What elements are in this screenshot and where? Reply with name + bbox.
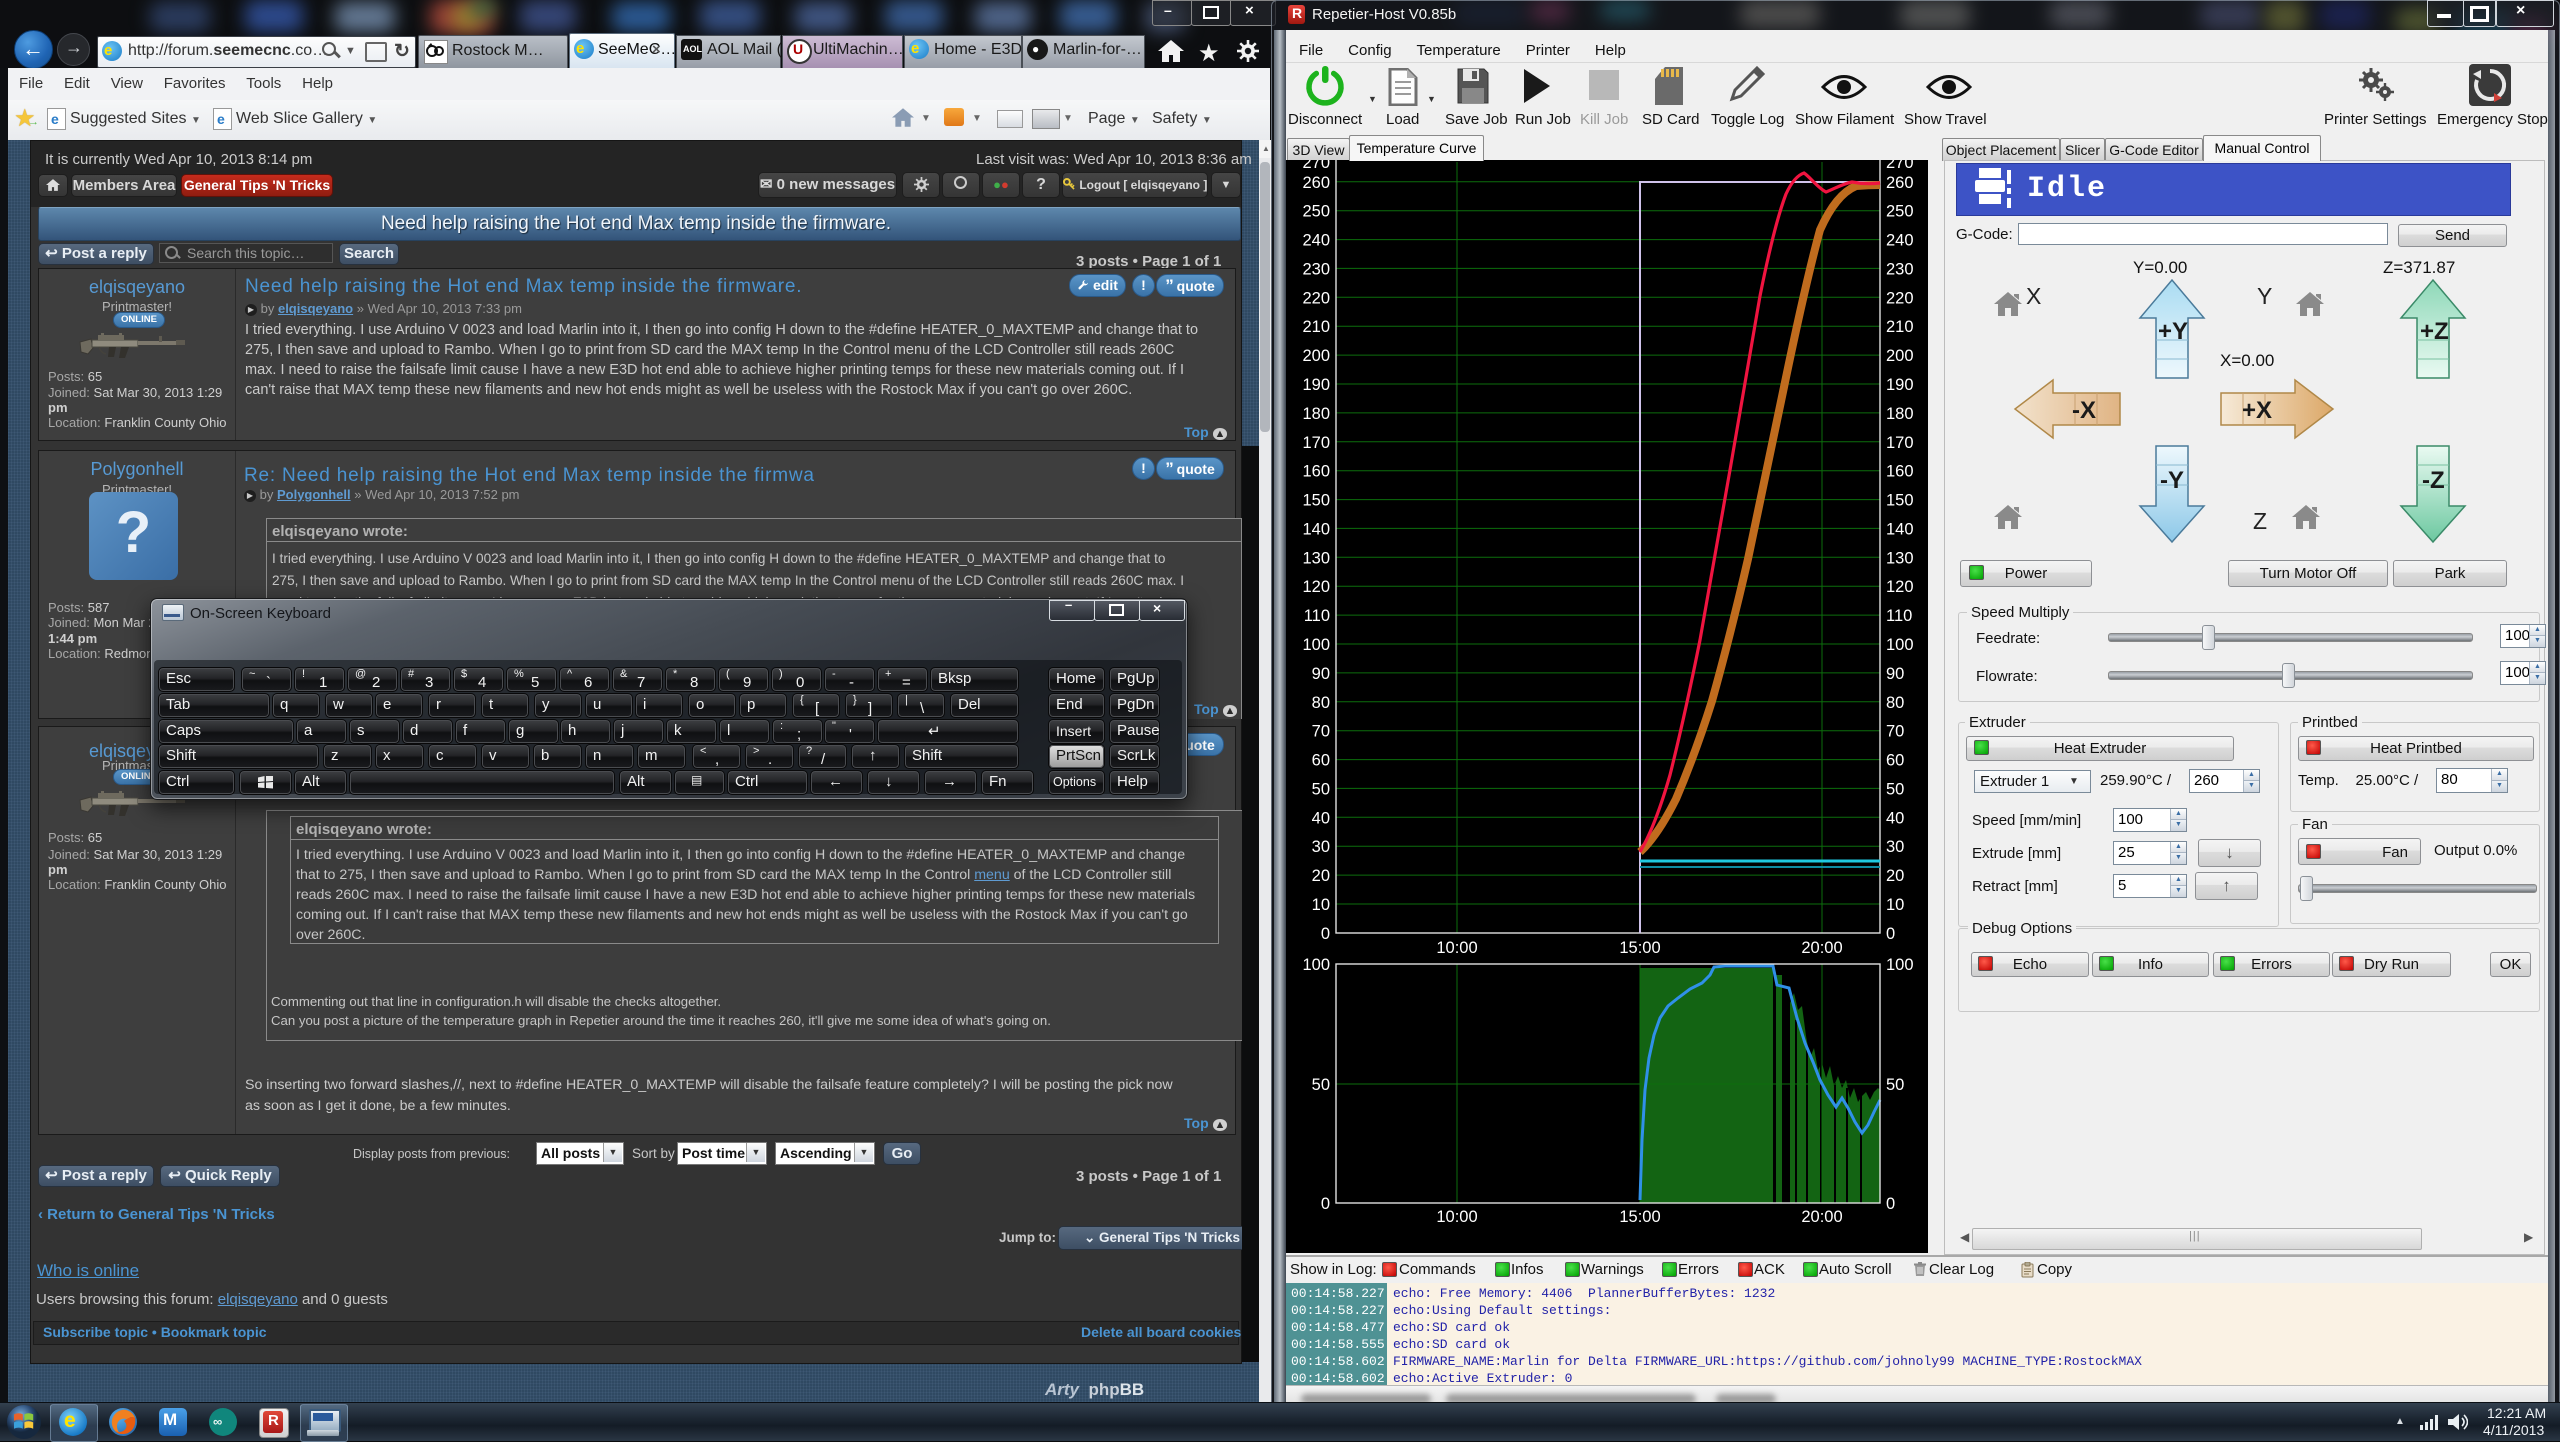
- svg-text:220: 220: [1302, 289, 1330, 307]
- svg-text:0: 0: [1886, 925, 1895, 943]
- svg-text:240: 240: [1886, 232, 1914, 250]
- svg-text:50: 50: [1312, 1076, 1330, 1094]
- svg-text:30: 30: [1312, 838, 1330, 856]
- svg-text:250: 250: [1302, 203, 1330, 221]
- svg-text:100: 100: [1302, 636, 1330, 654]
- svg-text:110: 110: [1886, 607, 1912, 625]
- svg-text:150: 150: [1302, 492, 1330, 510]
- svg-text:30: 30: [1886, 838, 1904, 856]
- svg-text:260: 260: [1886, 174, 1914, 192]
- svg-text:100: 100: [1886, 956, 1914, 974]
- svg-text:180: 180: [1886, 405, 1914, 423]
- svg-text:20: 20: [1886, 867, 1904, 885]
- svg-text:190: 190: [1302, 376, 1330, 394]
- svg-text:120: 120: [1886, 578, 1914, 596]
- svg-text:260: 260: [1302, 174, 1330, 192]
- svg-text:80: 80: [1886, 694, 1904, 712]
- svg-text:20: 20: [1312, 867, 1330, 885]
- svg-text:130: 130: [1302, 549, 1330, 567]
- svg-text:80: 80: [1312, 694, 1330, 712]
- svg-text:10:00: 10:00: [1436, 939, 1477, 957]
- svg-text:+Z: +Z: [2420, 318, 2449, 345]
- svg-text:90: 90: [1886, 665, 1904, 683]
- svg-text:90: 90: [1312, 665, 1330, 683]
- svg-text:120: 120: [1302, 578, 1330, 596]
- svg-text:100: 100: [1302, 956, 1330, 974]
- svg-text:70: 70: [1312, 723, 1330, 741]
- svg-text:100: 100: [1886, 636, 1914, 654]
- svg-text:0: 0: [1321, 1195, 1330, 1213]
- svg-text:200: 200: [1302, 347, 1330, 365]
- svg-text:20:00: 20:00: [1801, 939, 1842, 957]
- svg-text:230: 230: [1886, 260, 1914, 278]
- svg-text:+Y: +Y: [2158, 318, 2188, 345]
- svg-text:150: 150: [1886, 492, 1914, 510]
- svg-text:60: 60: [1312, 752, 1330, 770]
- svg-text:70: 70: [1886, 723, 1904, 741]
- svg-text:140: 140: [1302, 520, 1330, 538]
- svg-text:140: 140: [1886, 520, 1914, 538]
- svg-text:170: 170: [1302, 434, 1330, 452]
- svg-text:270: 270: [1886, 160, 1914, 172]
- svg-text:160: 160: [1302, 463, 1330, 481]
- svg-text:110: 110: [1304, 607, 1330, 625]
- svg-text:10: 10: [1312, 896, 1330, 914]
- svg-text:40: 40: [1312, 809, 1330, 827]
- svg-text:50: 50: [1886, 1076, 1904, 1094]
- svg-text:0: 0: [1321, 925, 1330, 943]
- svg-text:180: 180: [1302, 405, 1330, 423]
- svg-text:270: 270: [1302, 160, 1330, 172]
- svg-text:190: 190: [1886, 376, 1914, 394]
- svg-text:20:00: 20:00: [1801, 1208, 1842, 1226]
- svg-text:10:00: 10:00: [1436, 1208, 1477, 1226]
- svg-text:220: 220: [1886, 289, 1914, 307]
- svg-text:+X: +X: [2242, 397, 2272, 424]
- svg-text:15:00: 15:00: [1619, 1208, 1660, 1226]
- svg-text:50: 50: [1886, 780, 1904, 798]
- svg-text:170: 170: [1886, 434, 1914, 452]
- svg-text:210: 210: [1886, 318, 1914, 336]
- svg-text:200: 200: [1886, 347, 1914, 365]
- svg-text:60: 60: [1886, 752, 1904, 770]
- svg-text:160: 160: [1886, 463, 1914, 481]
- svg-text:250: 250: [1886, 203, 1914, 221]
- svg-text:15:00: 15:00: [1619, 939, 1660, 957]
- svg-text:130: 130: [1886, 549, 1914, 567]
- svg-text:40: 40: [1886, 809, 1904, 827]
- svg-text:-Y: -Y: [2160, 467, 2184, 494]
- svg-text:-Z: -Z: [2422, 467, 2445, 494]
- svg-text:230: 230: [1302, 260, 1330, 278]
- svg-text:10: 10: [1886, 896, 1904, 914]
- svg-text:210: 210: [1302, 318, 1330, 336]
- svg-text:240: 240: [1302, 232, 1330, 250]
- svg-text:0: 0: [1886, 1195, 1895, 1213]
- svg-text:50: 50: [1312, 780, 1330, 798]
- svg-text:-X: -X: [2072, 397, 2096, 424]
